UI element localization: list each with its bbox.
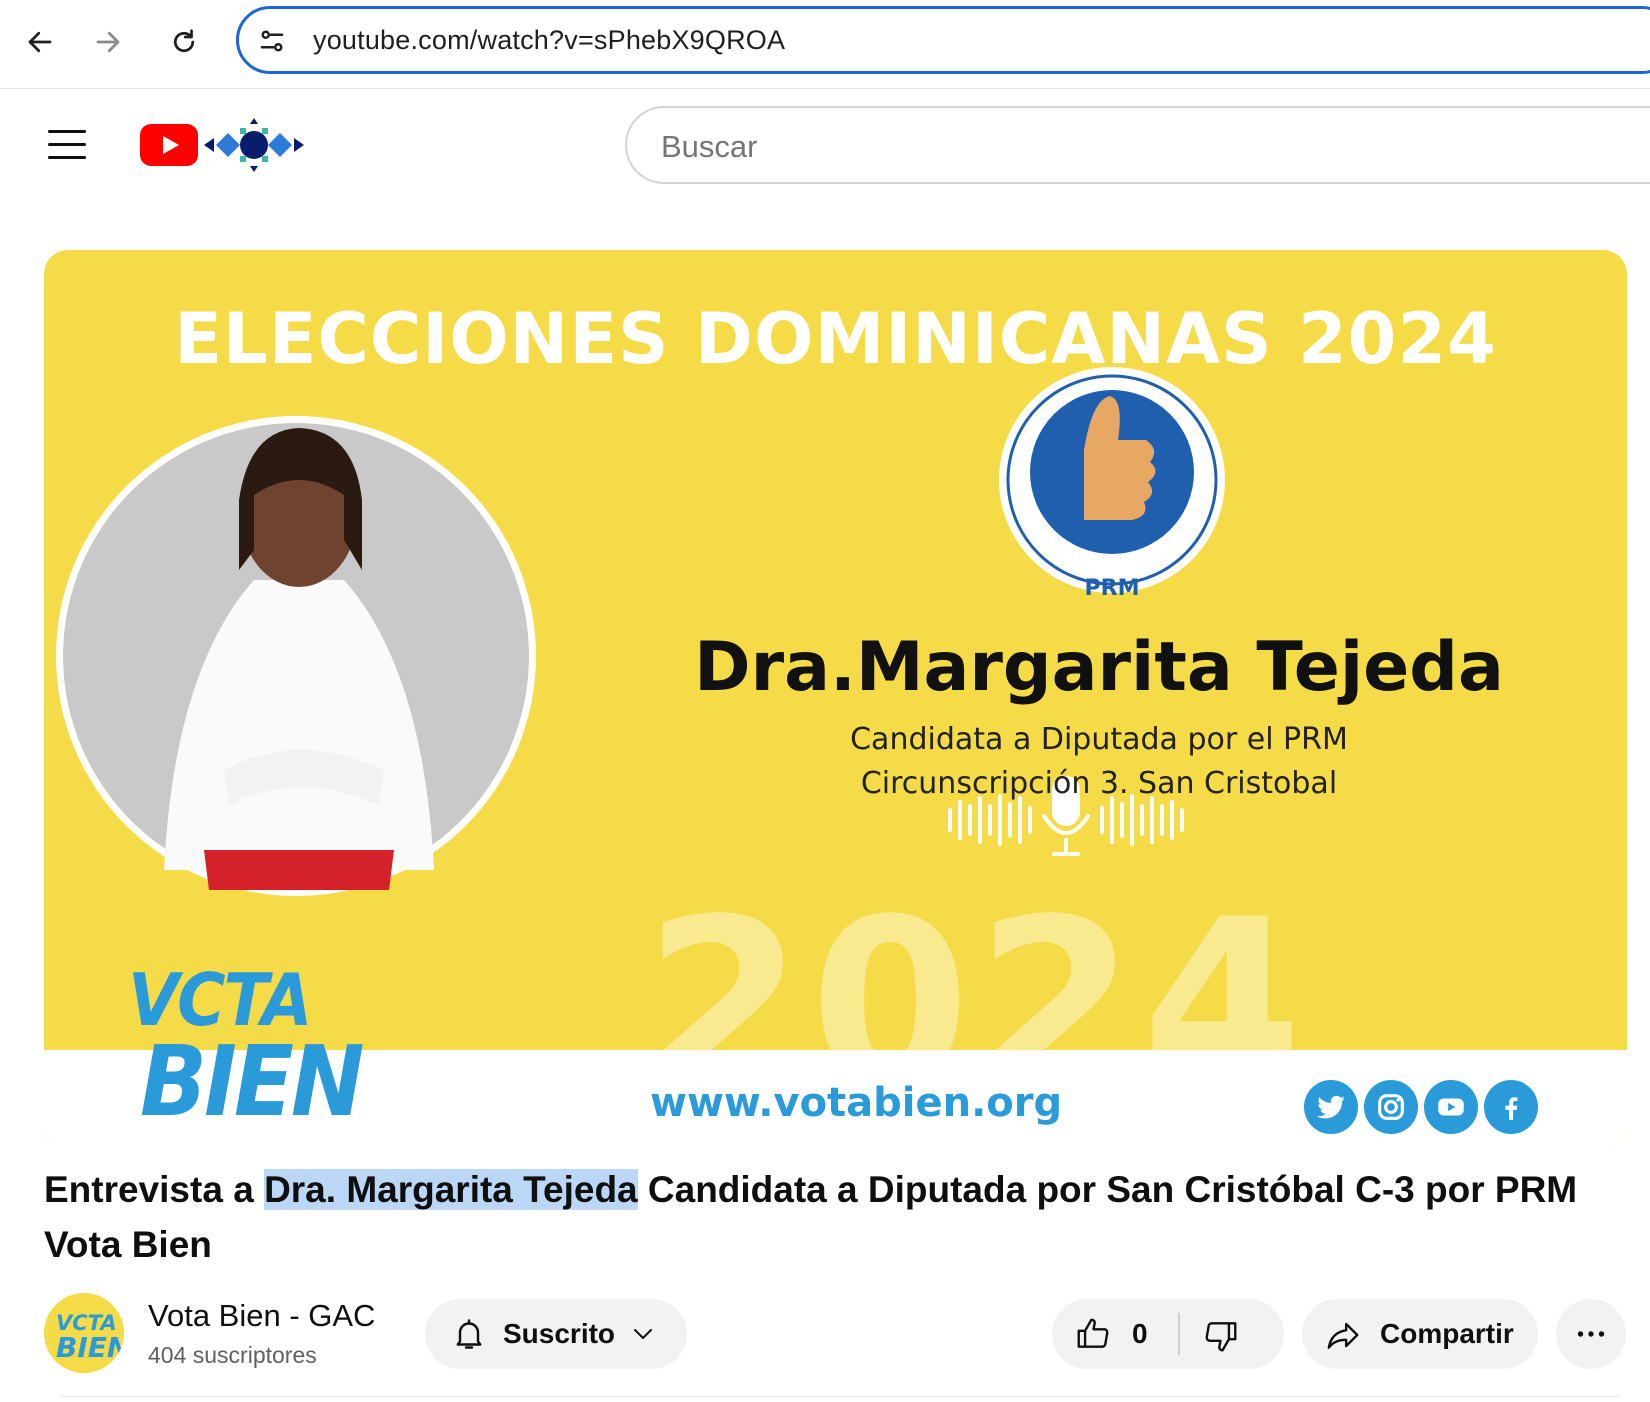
candidate-district: Circunscripción 3. San Cristobal xyxy=(860,766,1338,801)
channel-name[interactable]: Vota Bien - GAC xyxy=(148,1298,375,1334)
bell-icon xyxy=(456,1319,482,1349)
candidate-name: Dra.Margarita Tejeda xyxy=(694,628,1504,707)
browser-toolbar: youtube.com/watch?v=sPhebX9QROA xyxy=(0,0,1650,89)
youtube-header xyxy=(0,90,1650,200)
reload-button[interactable] xyxy=(160,18,208,66)
dislike-icon[interactable] xyxy=(1202,1317,1240,1355)
share-icon xyxy=(1327,1322,1359,1349)
svg-text:PRM: PRM xyxy=(1085,576,1140,601)
facebook-icon xyxy=(1484,1080,1538,1134)
brand-logo-bottom: BIEN xyxy=(140,1024,365,1139)
forward-button[interactable] xyxy=(84,18,132,66)
like-count: 0 xyxy=(1132,1318,1148,1349)
back-arrow-icon xyxy=(28,31,52,53)
search-box[interactable] xyxy=(625,106,1650,184)
website-url: www.votabien.org xyxy=(650,1080,1063,1126)
youtube-logo-icon[interactable] xyxy=(140,124,198,166)
youtube-icon xyxy=(1424,1080,1478,1134)
url-text: youtube.com/watch?v=sPhebX9QROA xyxy=(313,25,786,55)
subscribed-label: Suscrito xyxy=(503,1318,616,1349)
more-horizontal-icon xyxy=(1577,1331,1605,1337)
channel-avatar-text-bottom: BIEN xyxy=(56,1331,124,1364)
subscribed-button[interactable]: Suscrito xyxy=(425,1299,687,1369)
back-button[interactable] xyxy=(16,18,64,66)
candidate-role: Candidata a Diputada por el PRM xyxy=(850,722,1348,757)
search-input[interactable] xyxy=(659,126,1563,168)
share-button[interactable]: Compartir xyxy=(1302,1299,1538,1369)
site-settings-icon[interactable] xyxy=(257,26,287,56)
channel-avatar[interactable]: VCTA BIEN xyxy=(44,1293,124,1373)
instagram-icon xyxy=(1364,1080,1418,1134)
doodle-logo-icon[interactable] xyxy=(204,116,304,174)
reload-icon xyxy=(173,29,195,53)
address-bar[interactable]: youtube.com/watch?v=sPhebX9QROA xyxy=(236,6,1650,74)
video-player[interactable]: PRM ELECCIONES DOMINICANAS 2024 Dra.Marg… xyxy=(44,250,1627,1150)
more-actions-button[interactable] xyxy=(1556,1299,1626,1369)
thumbnail-headline: ELECCIONES DOMINICANAS 2024 xyxy=(174,298,1497,380)
like-icon[interactable] xyxy=(1074,1315,1112,1353)
prm-party-logo: PRM xyxy=(999,367,1225,601)
share-label: Compartir xyxy=(1380,1318,1514,1349)
divider xyxy=(60,1396,1620,1397)
chevron-down-icon xyxy=(634,1329,652,1339)
video-title-highlight: Dra. Margarita Tejeda xyxy=(264,1169,638,1210)
hamburger-menu-icon[interactable] xyxy=(48,130,88,160)
video-title-start: Entrevista a xyxy=(44,1169,265,1210)
like-divider xyxy=(1178,1313,1180,1355)
video-title: Entrevista a Dra. Margarita Tejeda Candi… xyxy=(44,1162,1624,1272)
twitter-icon xyxy=(1304,1080,1358,1134)
like-dislike-group: 0 xyxy=(1052,1299,1284,1369)
subscriber-count: 404 suscriptores xyxy=(148,1342,317,1368)
forward-arrow-icon xyxy=(96,31,120,53)
